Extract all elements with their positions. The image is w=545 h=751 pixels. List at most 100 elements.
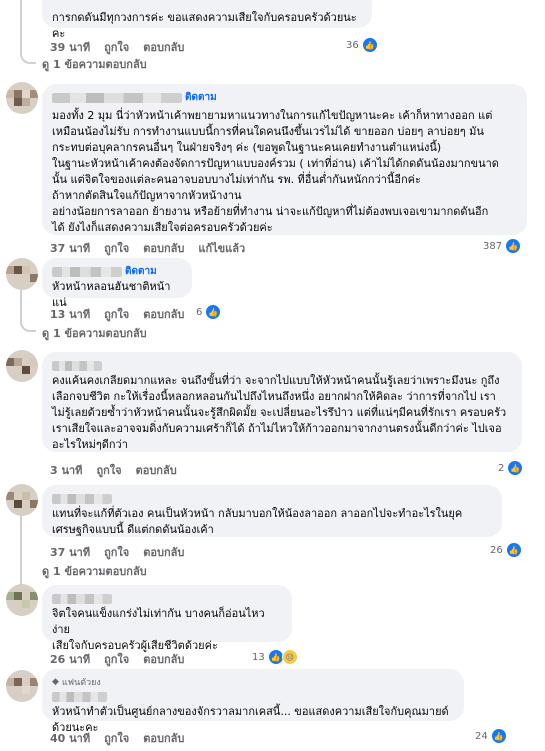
author-name[interactable] [52, 591, 282, 606]
reaction-count: 24 [475, 730, 488, 742]
reaction-count: 13 [252, 651, 265, 663]
avatar[interactable] [6, 258, 38, 290]
avatar[interactable] [6, 670, 38, 702]
follow-button[interactable]: ติดตาม [212, 0, 244, 4]
avatar[interactable] [6, 82, 38, 114]
comment-bubble: ติดตาม หัวหน้าหลอนฮันชาติหน้าแน่ [42, 258, 192, 309]
follow-button[interactable]: ติดตาม [125, 264, 157, 279]
sad-icon: ☹ [281, 649, 298, 665]
author-name[interactable]: ติดตาม [52, 264, 182, 279]
comment-bubble: ติดตาม การกดดันมีทุกวงการค่ะ ขอแสดงความเ… [42, 0, 372, 40]
avatar[interactable] [6, 584, 38, 616]
follow-button[interactable]: ติดตาม [185, 90, 217, 105]
comment-actions: 3 นาที ถูกใจ ตอบกลับ [50, 461, 177, 479]
comment-time[interactable]: 13 นาที [50, 305, 90, 323]
reply-button[interactable]: ตอบกลับ [143, 650, 184, 668]
reaction-summary[interactable]: 36 👍 [346, 37, 378, 53]
comment-time[interactable]: 39 นาที [50, 38, 90, 56]
reply-button[interactable]: ตอบกลับ [143, 729, 184, 747]
comment-time[interactable]: 40 นาที [50, 729, 90, 747]
avatar[interactable] [6, 484, 38, 516]
reaction-count: 2 [498, 462, 505, 474]
thread-line [20, 0, 36, 64]
comment-actions: 40 นาที ถูกใจ ตอบกลับ [50, 729, 184, 747]
blurred-name [52, 92, 182, 103]
comment-bubble: ติดตาม มองทั้ง 2 มุม นี่ว่าหัวหน้าเค้าพย… [42, 84, 527, 235]
author-name[interactable] [52, 358, 512, 373]
reaction-summary[interactable]: 13 👍 ☹ [252, 649, 298, 665]
like-icon: 👍 [361, 37, 378, 53]
comment-bubble: แทนที่จะแก้ที่ตัวเอง คนเป็นหัวหน้า กลับม… [42, 485, 502, 537]
author-name[interactable]: ติดตาม [52, 90, 517, 105]
like-button[interactable]: ถูกใจ [96, 461, 121, 479]
text-line: กระทบต่อบุคลากรคนอื่นๆ ในฝ่ายจริงๆ ค่ะ (… [52, 141, 442, 154]
reply-button[interactable]: ตอบกลับ [143, 239, 184, 257]
text-line: อะไรใหม่ๆดีกว่า [52, 438, 128, 451]
text-line: ไม่รู้เลยด้วยซ้ำว่าหัวหน้าคนนั้นจะรู้สึก… [52, 406, 507, 419]
reply-button[interactable]: ตอบกลับ [143, 38, 184, 56]
comment-time[interactable]: 3 นาที [50, 461, 82, 479]
like-icon: 👍 [505, 542, 522, 558]
text-line: ได้ ยังไงก็แสดงความเสียใจต่อครอบครัวด้วย… [52, 221, 273, 234]
comment-text: จิตใจคนแข็งแกร่งไม่เท่ากัน บางคนก็อ่อนไห… [52, 606, 282, 654]
comment-time[interactable]: 37 นาที [50, 543, 90, 561]
comment-bubble: จิตใจคนแข็งแกร่งไม่เท่ากัน บางคนก็อ่อนไห… [42, 585, 292, 652]
replies-text: ดู 1 ข้อความตอบกลับ [42, 327, 147, 340]
like-button[interactable]: ถูกใจ [104, 729, 129, 747]
reply-button[interactable]: ตอบกลับ [136, 461, 177, 479]
view-replies-link[interactable]: ดู 1 ข้อความตอบกลับ [42, 55, 147, 73]
text-line: มองทั้ง 2 มุม นี่ว่าหัวหน้าเค้าพยายามหาแ… [52, 109, 493, 122]
replies-text: ดู 1 ข้อความตอบกลับ [42, 58, 147, 71]
blurred-name [52, 691, 107, 702]
author-name[interactable] [52, 689, 454, 704]
comment-time[interactable]: 37 นาที [50, 239, 90, 257]
reaction-count: 26 [490, 544, 503, 556]
text-line: แทนที่จะแก้ที่ตัวเอง คนเป็นหัวหน้า กลับม… [52, 507, 463, 520]
like-button[interactable]: ถูกใจ [104, 305, 129, 323]
comment-bubble: คงแค้นคงเกลียดมากแหละ จนถึงขั้นที่ว่า จะ… [42, 352, 522, 452]
reaction-summary[interactable]: 26 👍 [490, 542, 522, 558]
top-fan-badge: ◆ แฟนตัวยง [52, 675, 454, 689]
text-line: อย่างน้อยการลาออก ย้ายงาน หรือย้ายที่ทำง… [52, 205, 489, 218]
reaction-summary[interactable]: 2 👍 [498, 460, 524, 476]
badge-label: แฟนตัวยง [61, 678, 101, 688]
like-button[interactable]: ถูกใจ [104, 650, 129, 668]
comment-actions: 26 นาที ถูกใจ ตอบกลับ [50, 650, 184, 668]
like-button[interactable]: ถูกใจ [104, 38, 129, 56]
reply-button[interactable]: ตอบกลับ [143, 543, 184, 561]
comment-time[interactable]: 26 นาที [50, 650, 90, 668]
reaction-count: 387 [483, 240, 503, 252]
text-line: เราเสียใจและอาจจมดิ่งกับความเศร้าก็ได้ ถ… [52, 422, 502, 435]
comment-actions: 37 นาที ถูกใจ ตอบกลับ แก้ไขแล้ว [50, 239, 245, 257]
comment-text: มองทั้ง 2 มุม นี่ว่าหัวหน้าเค้าพยายามหาแ… [52, 108, 517, 236]
reaction-count: 36 [346, 39, 359, 51]
view-replies-link[interactable]: ดู 1 ข้อความตอบกลับ [42, 324, 147, 342]
reaction-summary[interactable]: 6 👍 [196, 304, 222, 320]
like-icon: 👍 [505, 238, 522, 254]
blurred-name [52, 360, 102, 371]
comment-bubble: ◆ แฟนตัวยง หัวหน้าทำตัวเป็นศูนย์กลางของจ… [42, 669, 464, 734]
like-icon: 👍 [507, 460, 524, 476]
comment-text: คงแค้นคงเกลียดมากแหละ จนถึงขั้นที่ว่า จะ… [52, 373, 512, 453]
fan-badge-icon: ◆ [52, 677, 59, 687]
replies-text: ดู 1 ข้อความตอบกลับ [42, 565, 147, 578]
reaction-count: 6 [196, 306, 203, 318]
avatar[interactable] [6, 350, 38, 382]
blurred-name [52, 266, 122, 277]
like-button[interactable]: ถูกใจ [104, 239, 129, 257]
edited-label: แก้ไขแล้ว [198, 242, 246, 255]
comment-actions: 13 นาที ถูกใจ ตอบกลับ [50, 305, 184, 323]
text-line: นั้น แต่จิตใจของแต่ละคนอาจบอบบางไม่เท่าก… [52, 173, 421, 186]
text-line: คงแค้นคงเกลียดมากแหละ จนถึงขั้นที่ว่า จะ… [52, 374, 500, 387]
blurred-name [52, 593, 112, 604]
view-replies-link[interactable]: ดู 1 ข้อความตอบกลับ [42, 562, 147, 580]
like-button[interactable]: ถูกใจ [104, 543, 129, 561]
reaction-summary[interactable]: 24 👍 [475, 728, 507, 744]
author-name[interactable] [52, 491, 492, 506]
reply-button[interactable]: ตอบกลับ [143, 305, 184, 323]
text-line: ในฐานะหัวหน้าเค้าคงต้องจัดการปัญหาแบบองค… [52, 157, 499, 170]
comment-text: แทนที่จะแก้ที่ตัวเอง คนเป็นหัวหน้า กลับม… [52, 506, 492, 538]
reaction-summary[interactable]: 387 👍 [483, 238, 522, 254]
text-line: เลือกจบชีวิต กะให้เรื่องนี้หลอกหลอนกันไป… [52, 390, 496, 403]
text-line: เหมือนน้องไม่รับ การทำงานแบบนี้การที่คนใ… [52, 125, 484, 138]
